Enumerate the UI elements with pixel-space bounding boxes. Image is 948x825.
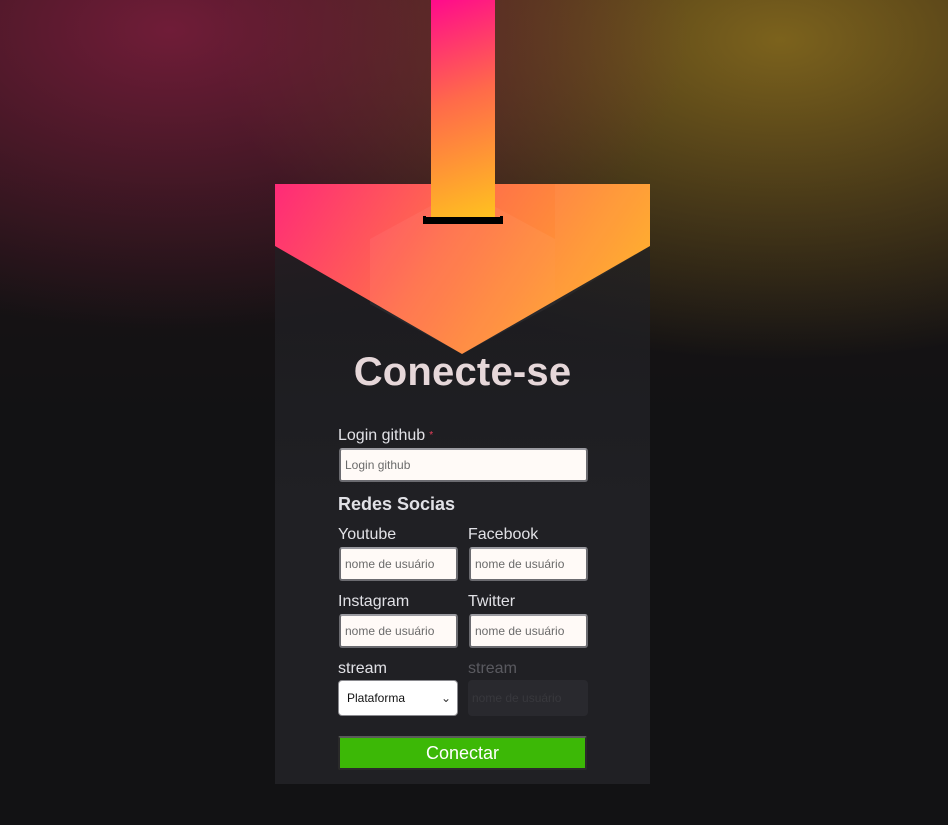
stream-platform-label: stream [338,660,387,677]
github-label-text: Login github [338,427,426,444]
stream-user-input[interactable] [468,680,588,716]
page-title: Conecte-se [353,350,572,394]
twitter-label: Twitter [468,593,516,610]
facebook-label: Facebook [468,526,539,543]
stream-platform-select[interactable]: Plataforma ⌄ [338,680,458,716]
lanyard-strap [431,0,495,218]
socials-heading: Redes Socias [338,494,456,514]
connect-button[interactable]: Conectar [338,736,587,770]
login-card [275,184,650,784]
stream-user-label: stream [468,660,517,677]
github-input[interactable] [339,448,588,482]
instagram-input[interactable] [339,614,458,648]
chevron-down-icon: ⌄ [440,691,451,705]
github-label: Login github * [338,427,433,445]
required-mark: * [429,430,434,441]
youtube-input[interactable] [339,547,458,581]
lanyard-clip-bracket [423,216,503,224]
instagram-label: Instagram [338,593,410,610]
twitter-input[interactable] [469,614,588,648]
stream-platform-selected: Plataforma [347,691,406,705]
facebook-input[interactable] [469,547,588,581]
youtube-label: Youtube [338,526,397,543]
